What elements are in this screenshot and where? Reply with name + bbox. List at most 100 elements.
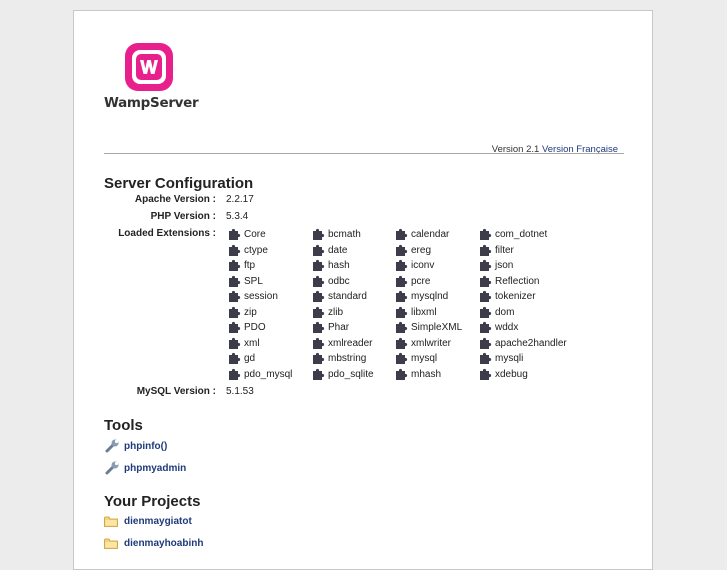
puzzle-piece-icon (396, 368, 408, 380)
extension-name: pdo_mysql (244, 368, 293, 380)
puzzle-piece-icon (396, 244, 408, 256)
extension-name: xdebug (495, 368, 528, 380)
puzzle-piece-icon (480, 353, 492, 365)
wampserver-homepage: WampServer Version 2.1 Version Française… (73, 10, 653, 570)
extension-item: xml (228, 336, 312, 352)
extension-name: bcmath (328, 229, 361, 241)
extension-name: zip (244, 306, 257, 318)
extension-name: mysqli (495, 353, 524, 365)
extension-item: pcre (395, 274, 479, 290)
puzzle-piece-icon (480, 368, 492, 380)
tools-title: Tools (104, 417, 143, 434)
extension-name: PDO (244, 322, 266, 334)
extension-item: xmlwriter (395, 336, 479, 352)
extension-name: dom (495, 306, 515, 318)
extension-item: mysqlnd (395, 289, 479, 305)
extension-item: apache2handler (479, 336, 579, 352)
extension-item: json (479, 258, 579, 274)
extension-item: ereg (395, 243, 479, 259)
wrench-icon (105, 461, 119, 475)
extension-item: calendar (395, 227, 479, 243)
extension-item: zip (228, 305, 312, 321)
puzzle-piece-icon (396, 291, 408, 303)
extension-item: pdo_sqlite (312, 367, 395, 383)
puzzle-piece-icon (480, 275, 492, 287)
project-link[interactable]: dienmaygiatot (124, 516, 192, 527)
puzzle-piece-icon (480, 244, 492, 256)
extension-name: pcre (411, 275, 431, 287)
puzzle-piece-icon (480, 322, 492, 334)
puzzle-piece-icon (313, 368, 325, 380)
extension-item: ftp (228, 258, 312, 274)
extension-name: filter (495, 244, 514, 256)
extension-item: session (228, 289, 312, 305)
extension-item: bcmath (312, 227, 395, 243)
project-item[interactable]: dienmaygiatot (104, 516, 192, 527)
extension-item: wddx (479, 320, 579, 336)
wampserver-logo: WampServer (104, 39, 199, 119)
mysql-version-value: 5.1.53 (226, 386, 254, 397)
wampserver-logo-mark (125, 43, 173, 91)
header-divider (104, 153, 624, 154)
puzzle-piece-icon (313, 244, 325, 256)
puzzle-piece-icon (396, 260, 408, 272)
extension-item: odbc (312, 274, 395, 290)
extension-item: PDO (228, 320, 312, 336)
loaded-extensions-label: Loaded Extensions : (118, 228, 216, 239)
tool-link-phpmyadmin[interactable]: phpmyadmin (124, 463, 186, 474)
extension-item: filter (479, 243, 579, 259)
extension-item: Reflection (479, 274, 579, 290)
puzzle-piece-icon (480, 260, 492, 272)
extension-name: mbstring (328, 353, 367, 365)
extension-name: SPL (244, 275, 263, 287)
extension-name: json (495, 260, 514, 272)
puzzle-piece-icon (480, 306, 492, 318)
extension-name: iconv (411, 260, 435, 272)
puzzle-piece-icon (480, 229, 492, 241)
extension-item: mbstring (312, 351, 395, 367)
puzzle-piece-icon (480, 337, 492, 349)
puzzle-piece-icon (313, 291, 325, 303)
tool-item-phpinfo[interactable]: phpinfo() (104, 438, 167, 454)
puzzle-piece-icon (229, 353, 241, 365)
extension-name: gd (244, 353, 256, 365)
extension-name: standard (328, 291, 367, 303)
extension-name: date (328, 244, 348, 256)
extension-name: xml (244, 337, 260, 349)
extension-name: ereg (411, 244, 432, 256)
extension-name: tokenizer (495, 291, 536, 303)
extension-item: Phar (312, 320, 395, 336)
extension-name: apache2handler (495, 337, 567, 349)
extension-name: hash (328, 260, 350, 272)
project-item[interactable]: dienmayhoabinh (104, 538, 203, 549)
tool-item-phpmyadmin[interactable]: phpmyadmin (104, 460, 186, 476)
extension-item: iconv (395, 258, 479, 274)
extension-name: session (244, 291, 278, 303)
extension-name: pdo_sqlite (328, 368, 374, 380)
folder-icon (104, 516, 118, 527)
puzzle-piece-icon (396, 353, 408, 365)
extension-item: mysqli (479, 351, 579, 367)
extension-name: calendar (411, 229, 450, 241)
extension-item: date (312, 243, 395, 259)
extension-item: pdo_mysql (228, 367, 312, 383)
extension-name: ftp (244, 260, 256, 272)
extension-name: Core (244, 229, 266, 241)
php-version-label: PHP Version : (150, 211, 216, 222)
puzzle-piece-icon (396, 337, 408, 349)
extension-item: zlib (312, 305, 395, 321)
extension-name: mysql (411, 353, 438, 365)
tool-link-phpinfo[interactable]: phpinfo() (124, 441, 167, 452)
extension-name: xmlwriter (411, 337, 451, 349)
extension-name: Reflection (495, 275, 540, 287)
extension-item: mhash (395, 367, 479, 383)
puzzle-piece-icon (229, 306, 241, 318)
folder-icon (104, 538, 118, 549)
puzzle-piece-icon (313, 322, 325, 334)
puzzle-piece-icon (313, 275, 325, 287)
extension-name: com_dotnet (495, 229, 548, 241)
project-link[interactable]: dienmayhoabinh (124, 538, 203, 549)
extension-name: zlib (328, 306, 344, 318)
puzzle-piece-icon (229, 260, 241, 272)
logo-name: WampServer (104, 95, 199, 111)
